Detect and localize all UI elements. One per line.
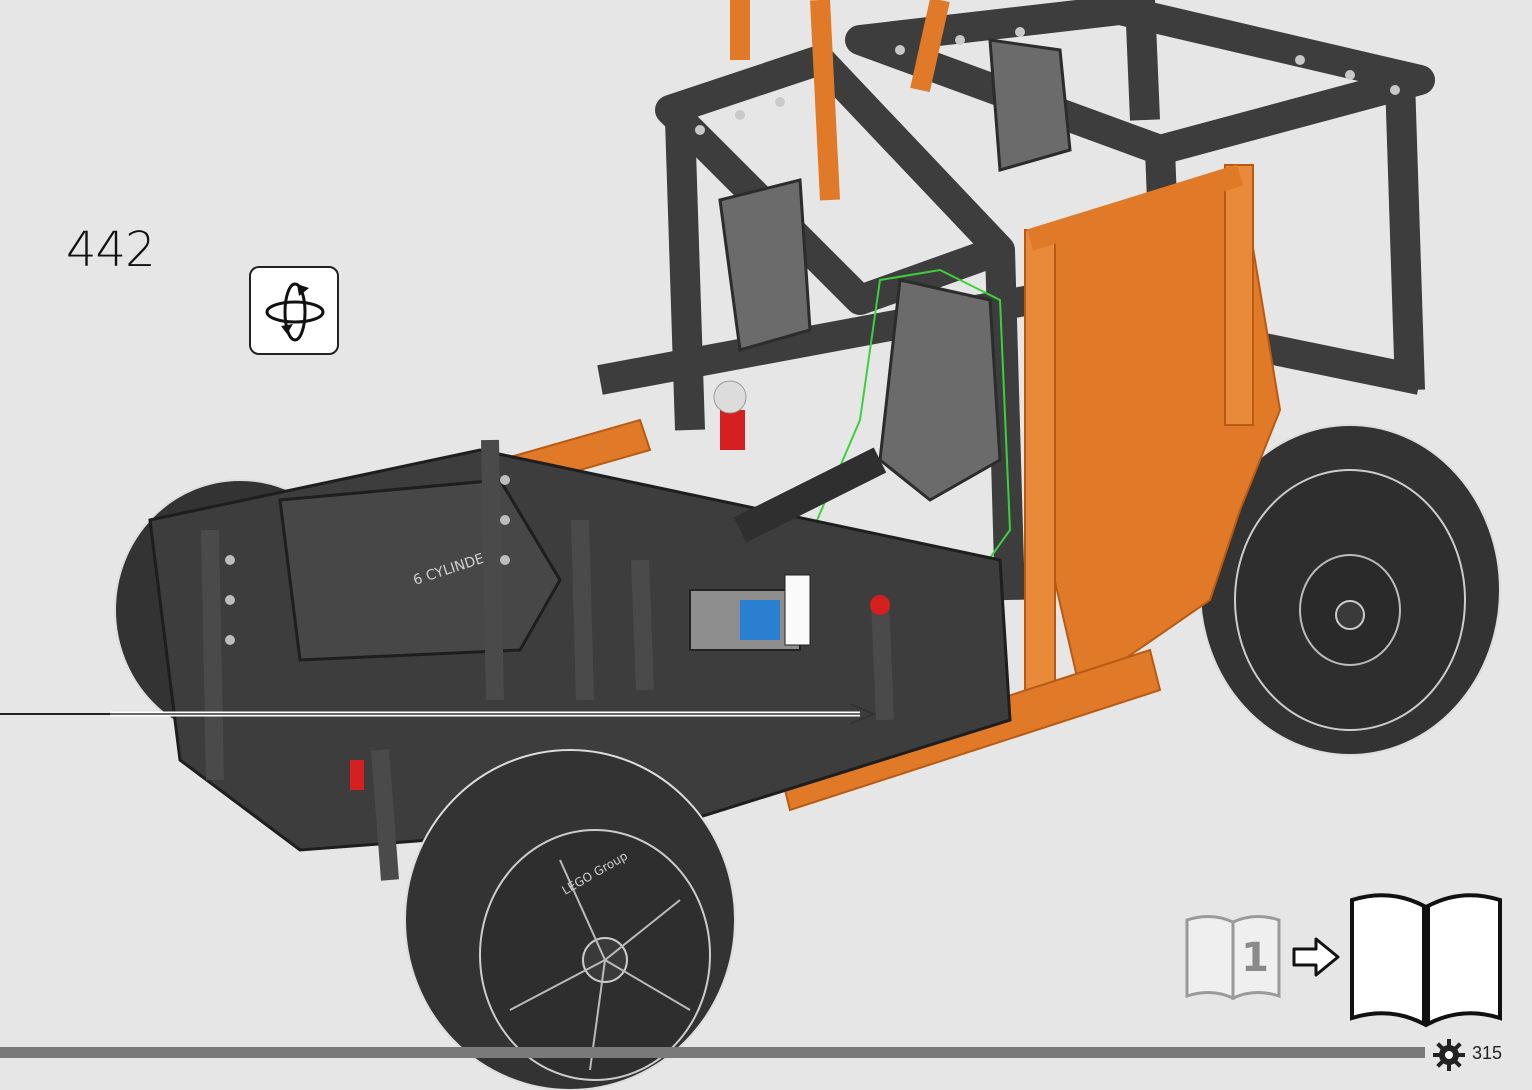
step-number: 442 [66,222,156,278]
open-book-icon [1350,893,1502,1028]
gear-icon [1433,1039,1465,1071]
front-wheel [404,749,736,1090]
arrow-right-icon [1292,937,1340,977]
rotate-model-icon [249,266,339,355]
page-footer-bar [0,1047,1425,1058]
page-number: 315 [1472,1043,1503,1063]
model-illustration: 6 CYLINDER LEGO Group [0,0,1501,1090]
book-number: 1 [1241,935,1269,981]
